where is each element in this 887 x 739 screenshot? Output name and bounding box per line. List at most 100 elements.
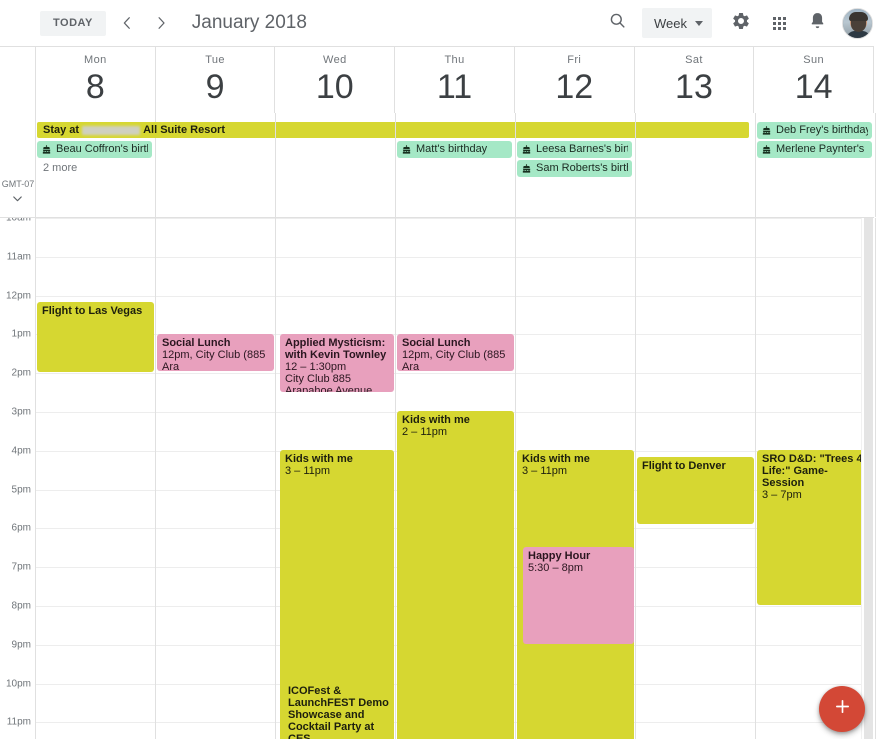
calendar-event[interactable]: Happy Hour 5:30 – 8pm bbox=[523, 547, 634, 644]
event-title: Kids with me bbox=[285, 453, 353, 465]
all-day-event-label: Leesa Barnes's birt bbox=[536, 143, 628, 155]
view-mode-label: Week bbox=[654, 15, 687, 31]
time-tick-label: 6pm bbox=[11, 522, 31, 534]
day-number-label: 13 bbox=[675, 68, 713, 106]
time-tick-label: 3pm bbox=[11, 406, 31, 418]
cake-icon bbox=[761, 125, 772, 136]
page-title: January 2018 bbox=[191, 12, 307, 33]
all-day-event-birthday[interactable]: Sam Roberts's birth bbox=[517, 160, 632, 177]
calendar-event[interactable]: SRO D&D: "Trees 4 Life:" Game-Session 3 –… bbox=[757, 450, 874, 605]
calendar-event[interactable]: Applied Mysticism: with Kevin Townley 12 … bbox=[280, 334, 394, 392]
event-detail: City Club 885 Arapahoe Avenue Boulder bbox=[285, 373, 373, 392]
day-of-week-label: Tue bbox=[205, 54, 225, 66]
all-day-cell-wed[interactable] bbox=[276, 113, 396, 217]
time-gutter: 10am 11am 12pm 1pm 2pm 3pm 4pm 5pm 6pm 7pm 8pm 9pm 1… bbox=[0, 218, 36, 739]
cake-icon bbox=[41, 144, 52, 155]
day-header-mon[interactable]: Mon 8 bbox=[36, 47, 156, 113]
all-day-event-birthday[interactable]: Matt's birthday bbox=[397, 141, 512, 158]
redacted-text bbox=[82, 125, 141, 135]
notifications-button[interactable] bbox=[798, 4, 836, 42]
top-toolbar: TODAY January 2018 Week bbox=[0, 0, 887, 46]
view-mode-select[interactable]: Week bbox=[642, 8, 712, 38]
cake-icon bbox=[401, 144, 412, 155]
day-header-sun[interactable]: Sun 14 bbox=[754, 47, 875, 113]
expand-all-day-button[interactable] bbox=[10, 191, 25, 206]
day-of-week-label: Fri bbox=[567, 54, 582, 66]
day-header-sat[interactable]: Sat 13 bbox=[635, 47, 755, 113]
calendar-event[interactable]: Social Lunch 12pm, City Club (885 Ara bbox=[397, 334, 514, 371]
time-tick-label: 5pm bbox=[11, 484, 31, 496]
event-detail: 2 – 11pm bbox=[402, 426, 448, 438]
day-header-fri[interactable]: Fri 12 bbox=[515, 47, 635, 113]
time-tick-label: 8pm bbox=[11, 600, 31, 612]
event-title: Flight to Denver bbox=[642, 460, 726, 472]
cake-icon bbox=[761, 144, 772, 155]
all-day-event-birthday[interactable]: Leesa Barnes's birt bbox=[517, 141, 632, 158]
search-button[interactable] bbox=[598, 4, 636, 42]
day-number-label: 10 bbox=[315, 68, 354, 106]
day-column-wed[interactable]: Applied Mysticism: with Kevin Townley 12 … bbox=[276, 218, 396, 739]
event-title: Applied Mysticism: with Kevin Townley bbox=[285, 337, 387, 361]
time-grid-scroll[interactable]: Flight to Las Vegas Social Lunch 12pm, Cit… bbox=[0, 218, 887, 739]
event-detail: 12 – 1:30pm bbox=[285, 361, 347, 373]
day-header-tue[interactable]: Tue 9 bbox=[156, 47, 276, 113]
event-title: ICOFest & LaunchFEST Demo Showcase and C… bbox=[288, 685, 389, 739]
day-header-thu[interactable]: Thu 11 bbox=[395, 47, 515, 113]
time-tick-label: 11am bbox=[6, 251, 31, 263]
day-column-sat[interactable]: Flight to Denver bbox=[636, 218, 756, 739]
all-day-event-birthday[interactable]: Beau Coffron's birth bbox=[37, 141, 152, 158]
calendar-event[interactable]: Flight to Las Vegas bbox=[37, 302, 154, 372]
all-day-cell-sun[interactable]: Deb Frey's birthday Merlene Paynter's b bbox=[756, 113, 876, 217]
avatar[interactable] bbox=[842, 7, 873, 39]
day-column-thu[interactable]: Social Lunch 12pm, City Club (885 Ara Kids… bbox=[396, 218, 516, 739]
avatar-hair bbox=[849, 11, 868, 21]
create-event-button[interactable] bbox=[819, 686, 865, 732]
more-events-link[interactable]: 2 more bbox=[43, 162, 77, 174]
google-calendar-app: TODAY January 2018 Week Mon 8 Tue 9 Wed … bbox=[0, 0, 887, 739]
event-detail: 12pm, City Club (885 Ara bbox=[402, 349, 506, 371]
all-day-cell-fri[interactable]: Leesa Barnes's birt Sam Roberts's birth bbox=[516, 113, 636, 217]
calendar-event[interactable]: ICOFest & LaunchFEST Demo Showcase and C… bbox=[283, 682, 394, 739]
event-title: Kids with me bbox=[522, 453, 590, 465]
day-header-wed[interactable]: Wed 10 bbox=[275, 47, 396, 113]
event-title: Social Lunch bbox=[402, 337, 471, 349]
next-period-button[interactable] bbox=[148, 10, 174, 36]
event-detail: 3 – 11pm bbox=[522, 465, 568, 477]
settings-button[interactable] bbox=[722, 4, 760, 42]
day-header-row: Mon 8 Tue 9 Wed 10 Thu 11 Fri 12 Sat 13 bbox=[0, 46, 875, 113]
all-day-cell-mon[interactable]: Stay at All Suite Resort Beau Coffron's bi… bbox=[36, 113, 749, 217]
day-column-fri[interactable]: Kids with me 3 – 11pm Happy Hour 5:30 – 8pm bbox=[516, 218, 636, 739]
previous-period-button[interactable] bbox=[114, 10, 140, 36]
time-tick-label: 10am bbox=[5, 218, 31, 224]
event-title: SRO D&D: "Trees 4 Life:" Game-Session bbox=[762, 453, 863, 489]
all-day-cell-tue[interactable] bbox=[156, 113, 276, 217]
event-title: Happy Hour bbox=[528, 550, 591, 562]
time-tick-label: 9pm bbox=[11, 639, 31, 651]
scrollbar-thumb[interactable] bbox=[864, 218, 873, 739]
all-day-cell-thu[interactable]: Matt's birthday bbox=[396, 113, 516, 217]
all-day-row: Stay at All Suite Resort Beau Coffron's bi… bbox=[0, 113, 876, 218]
day-column-sun[interactable]: SRO D&D: "Trees 4 Life:" Game-Session 3 –… bbox=[756, 218, 876, 739]
apps-button[interactable] bbox=[760, 4, 798, 42]
vertical-scrollbar[interactable] bbox=[861, 218, 874, 739]
event-detail: 12pm, City Club (885 Ara bbox=[162, 349, 266, 371]
event-title: Kids with me bbox=[402, 414, 470, 426]
time-tick-label: 4pm bbox=[11, 445, 31, 457]
day-number-label: 12 bbox=[555, 68, 594, 106]
day-column-mon[interactable]: Flight to Las Vegas bbox=[36, 218, 156, 739]
calendar-event[interactable]: Kids with me 2 – 11pm bbox=[397, 411, 514, 739]
all-day-event-birthday[interactable]: Deb Frey's birthday bbox=[757, 122, 872, 139]
time-tick-label: 1pm bbox=[11, 328, 31, 340]
all-day-event-label: Merlene Paynter's b bbox=[776, 143, 868, 155]
calendar-event[interactable]: Social Lunch 12pm, City Club (885 Ara bbox=[157, 334, 274, 371]
all-day-event-birthday[interactable]: Merlene Paynter's b bbox=[757, 141, 872, 158]
all-day-cell-sat[interactable] bbox=[636, 113, 756, 217]
time-grid: Flight to Las Vegas Social Lunch 12pm, Cit… bbox=[0, 218, 876, 739]
event-title: Social Lunch bbox=[162, 337, 231, 349]
day-column-tue[interactable]: Social Lunch 12pm, City Club (885 Ara bbox=[156, 218, 276, 739]
all-day-gutter bbox=[0, 113, 36, 217]
calendar-event[interactable]: Flight to Denver bbox=[637, 457, 754, 524]
apps-grid-icon bbox=[772, 16, 786, 30]
time-tick-label: 2pm bbox=[11, 367, 31, 379]
today-button[interactable]: TODAY bbox=[40, 10, 106, 36]
